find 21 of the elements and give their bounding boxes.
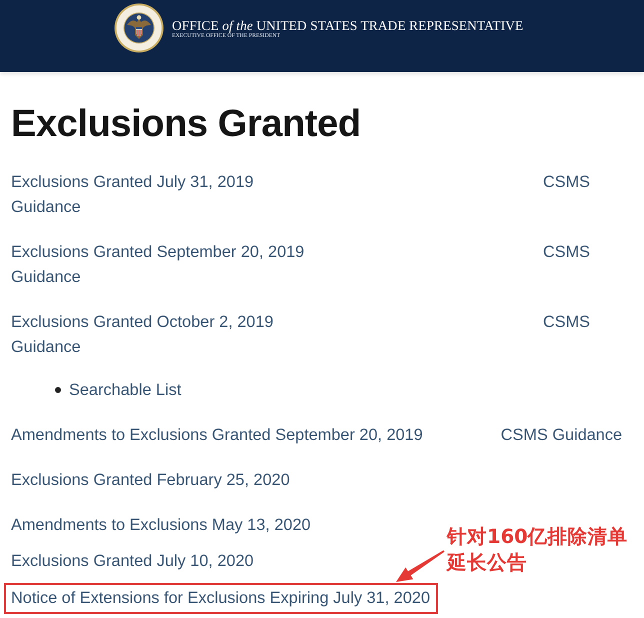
document-link[interactable]: Exclusions Granted July 31, 2019 — [11, 170, 254, 195]
csms-guidance-link[interactable]: CSMS Guidance — [500, 423, 622, 448]
searchable-list-link[interactable]: Searchable List — [69, 378, 182, 403]
bullet-icon — [55, 386, 61, 392]
csms-guidance-link[interactable]: Guidance — [11, 195, 81, 220]
csms-guidance-link[interactable]: CSMS — [542, 170, 590, 195]
document-link[interactable]: Exclusions Granted July 10, 2020 — [11, 549, 254, 574]
document-link[interactable]: Exclusions Granted February 25, 2020 — [11, 468, 290, 493]
document-link[interactable]: Exclusions Granted September 20, 2019 — [11, 240, 304, 265]
csms-guidance-link[interactable]: Guidance — [11, 265, 81, 290]
seal-icon[interactable] — [114, 3, 164, 53]
document-link[interactable]: Amendments to Exclusions Granted September 20, 2019 — [11, 423, 423, 448]
page-heading: Exclusions Granted — [11, 102, 362, 147]
csms-guidance-link[interactable]: CSMS — [542, 240, 590, 265]
document-link[interactable]: Amendments to Exclusions May 13, 2020 — [11, 513, 311, 538]
site-title[interactable]: OFFICE of the UNITED STATES TRADE REPRESENTATIVE — [172, 18, 524, 33]
annotation-text: 针对160亿排除清单延长公告 — [447, 524, 629, 576]
csms-guidance-link[interactable]: Guidance — [11, 335, 81, 360]
document-link[interactable]: Notice of Extensions for Exclusions Expiring July 31, 2020 — [11, 589, 430, 607]
document-link[interactable]: Exclusions Granted October 2, 2019 — [11, 310, 274, 335]
csms-guidance-link[interactable]: CSMS — [542, 310, 590, 335]
